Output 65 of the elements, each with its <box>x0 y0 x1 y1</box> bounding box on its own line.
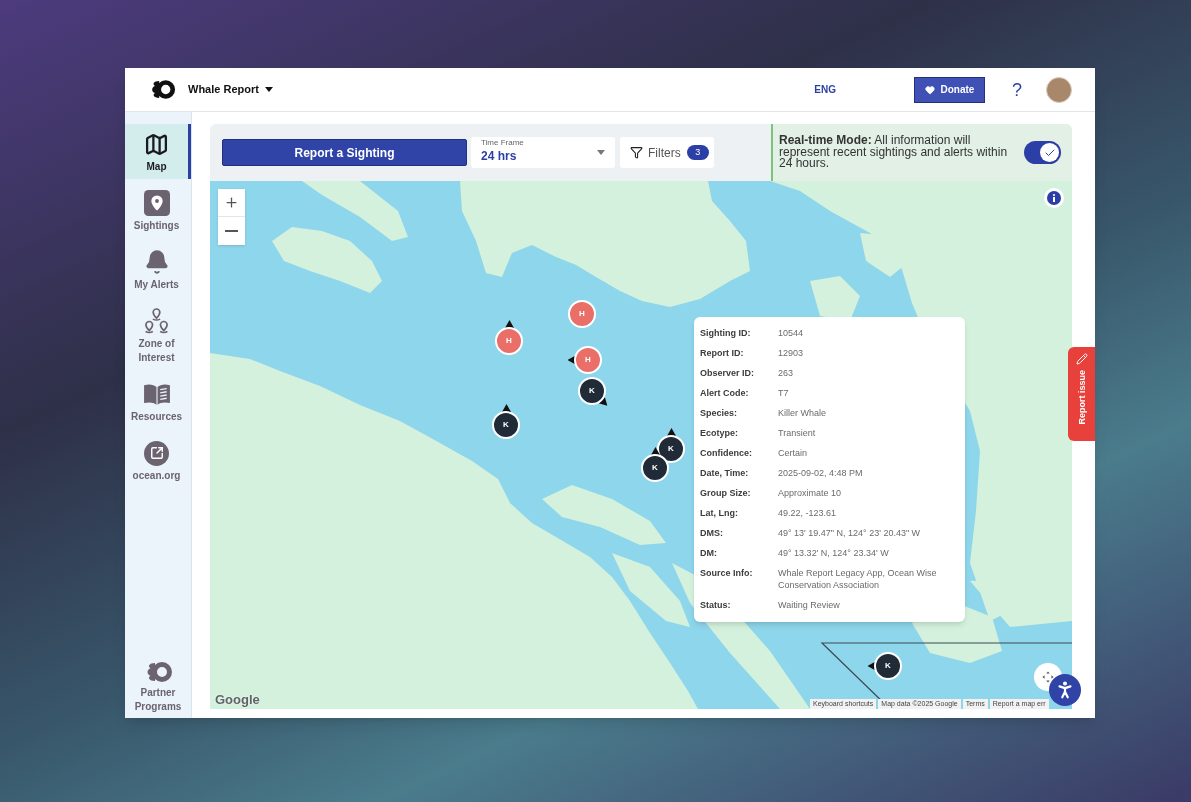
filter-count: 3 <box>686 145 709 160</box>
plus-icon <box>224 195 239 210</box>
sidebar-item[interactable]: ocean.org <box>125 433 191 488</box>
caret-icon <box>264 87 273 92</box>
field-value: 49° 13.32' N, 124° 23.34' W <box>778 547 890 559</box>
sidebar-item[interactable]: Map <box>125 124 191 179</box>
field-label: Confidence: <box>700 447 753 459</box>
map-pins-icon <box>144 308 169 334</box>
field-value: Waiting Review <box>778 599 841 611</box>
sidebar-item[interactable]: Zone of Interest <box>125 301 191 370</box>
field-label: DM: <box>700 547 718 559</box>
heart-icon <box>924 84 935 95</box>
field-value: T7 <box>778 387 790 399</box>
field-value: Whale Report Legacy App, Ocean Wise Conservation Association <box>778 567 938 591</box>
info-icon <box>1047 191 1061 205</box>
map-icon <box>144 131 169 157</box>
field-label: Source Info: <box>700 567 754 580</box>
caret-icon <box>597 150 605 155</box>
donate-button[interactable]: Donate <box>914 76 985 103</box>
realtime-toggle[interactable] <box>1024 141 1061 164</box>
sidebar-item[interactable]: Resources <box>125 374 191 429</box>
pencil-icon <box>1075 353 1088 365</box>
field-label: Sighting ID: <box>700 327 752 339</box>
map-pin-icon <box>143 190 170 216</box>
field-label: Alert Code: <box>700 387 750 399</box>
field-value: 2025-09-02, 4:48 PM <box>778 467 864 479</box>
book-icon <box>142 382 171 406</box>
field-value: Killer Whale <box>778 407 827 419</box>
expand-icon <box>1042 671 1054 683</box>
sidebar-item[interactable]: My Alerts <box>125 242 191 297</box>
time-frame-select[interactable]: Time Frame 24 hrs <box>471 137 615 168</box>
field-label: Status: <box>700 599 732 611</box>
field-label: Time Frame <box>481 138 525 148</box>
field-label: DMS: <box>700 527 724 539</box>
accessibility-button[interactable] <box>1049 674 1081 706</box>
field-value: Certain <box>778 447 808 459</box>
language-button[interactable]: ENG <box>814 82 836 97</box>
report-issue-tab[interactable]: Report issue <box>1068 347 1095 441</box>
sidebar-item[interactable]: Sightings <box>125 183 191 238</box>
field-label: Report ID: <box>700 347 745 359</box>
field-value: 263 <box>778 367 795 379</box>
field-value: 49° 13' 19.47" N, 124° 23' 20.43" W <box>778 527 922 539</box>
app-menu-button[interactable]: Whale Report <box>188 81 273 98</box>
provider-logo: Google <box>215 692 260 707</box>
help-button[interactable]: ? <box>1012 79 1022 100</box>
field-value: 49.22, -123.61 <box>778 507 838 519</box>
field-value: Transient <box>778 427 817 439</box>
field-label: Group Size: <box>700 487 752 499</box>
field-value: 12903 <box>778 347 805 359</box>
field-label: Observer ID: <box>700 367 756 379</box>
minus-icon <box>225 230 238 232</box>
field-label: Species: <box>700 407 739 419</box>
field-label: Ecotype: <box>700 427 739 439</box>
field-value: Approximate 10 <box>778 487 843 499</box>
filters-button[interactable]: Filters 3 <box>620 137 714 168</box>
field-value: 10544 <box>778 327 805 339</box>
bell-icon <box>143 249 170 275</box>
realtime-description: Real-time Mode: All information will represent recent sightings and alerts within 24 hours. <box>779 135 1009 170</box>
sidebar-item[interactable]: Partner Programs <box>125 661 191 714</box>
field-label: Lat, Lng: <box>700 507 739 519</box>
report-sighting-button[interactable]: Report a Sighting <box>222 139 467 166</box>
filter-icon <box>630 146 643 159</box>
field-label: Date, Time: <box>700 467 750 479</box>
external-link-icon <box>144 440 169 466</box>
avatar-photo[interactable] <box>1046 76 1072 103</box>
